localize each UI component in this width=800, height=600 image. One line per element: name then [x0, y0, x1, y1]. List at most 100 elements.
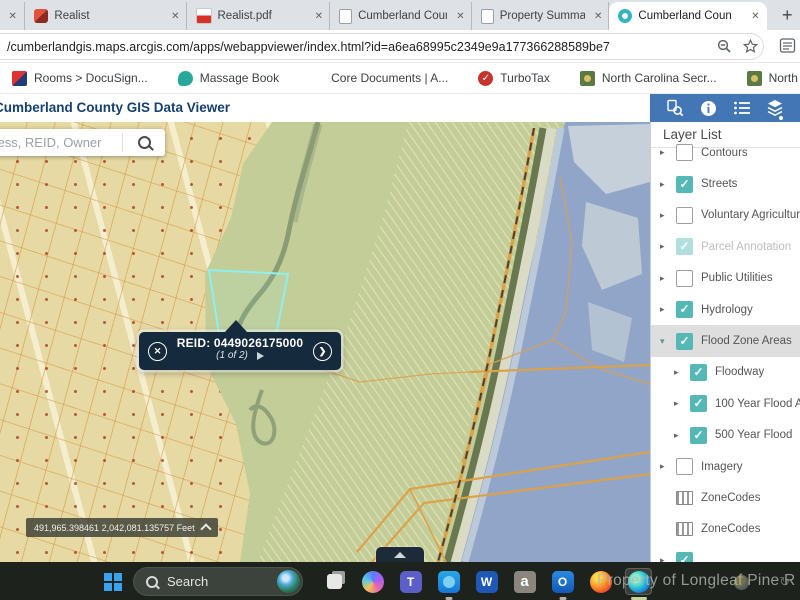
- bookmark-star-icon[interactable]: [737, 39, 763, 54]
- watermark-text: Property of Longleaf Pine R: [597, 572, 796, 590]
- layer-label: Flood Zone Areas: [701, 335, 792, 347]
- popup-page-indicator: (1 of 2): [216, 350, 248, 361]
- expand-arrow-icon[interactable]: [660, 273, 668, 284]
- layer-checkbox[interactable]: [690, 364, 707, 381]
- new-tab-button[interactable]: +: [775, 2, 800, 28]
- layer-checkbox[interactable]: [676, 333, 693, 350]
- taskbar-teams[interactable]: [397, 568, 424, 595]
- map-viewport[interactable]: ✕ REID: 0449026175000 (1 of 2) ❯ 491,965…: [0, 122, 650, 562]
- coordinate-readout: 491,965.398461 2,042,081.135757 Feet: [26, 518, 218, 537]
- taskbar-copilot[interactable]: [359, 568, 386, 595]
- attribute-table-pull-tab[interactable]: [376, 547, 424, 562]
- layer-checkbox[interactable]: [690, 395, 707, 412]
- taskbar-search-label: Search: [167, 574, 268, 589]
- bookmark-item[interactable]: TurboTax: [478, 71, 550, 86]
- layer-label: 500 Year Flood: [715, 429, 792, 441]
- layer-row[interactable]: Imagery: [651, 451, 800, 482]
- layer-row[interactable]: Flood Zone Areas: [651, 325, 800, 356]
- expand-arrow-icon[interactable]: [660, 336, 668, 347]
- bookmark-favicon: [580, 71, 595, 86]
- bookmark-item[interactable]: North Carolina Secr...: [747, 71, 800, 86]
- layer-row[interactable]: Floodway: [651, 357, 800, 388]
- layer-row[interactable]: Public Utilities: [651, 263, 800, 294]
- gis-header: Cumberland County GIS Data Viewer: [0, 94, 800, 122]
- expand-arrow-icon[interactable]: [674, 398, 682, 409]
- layer-row[interactable]: 500 Year Flood: [651, 420, 800, 451]
- layer-row[interactable]: ZoneCodes: [651, 482, 800, 513]
- expand-arrow-icon[interactable]: [660, 210, 668, 221]
- layer-checkbox[interactable]: [676, 522, 693, 536]
- main-content: ✕ REID: 0449026175000 (1 of 2) ❯ 491,965…: [0, 122, 800, 562]
- expand-arrow-icon[interactable]: [660, 179, 668, 190]
- layer-checkbox[interactable]: [676, 207, 693, 224]
- layer-row[interactable]: Hydrology: [651, 294, 800, 325]
- layer-row[interactable]: Parcel Annotation: [651, 231, 800, 262]
- layer-row[interactable]: Voluntary Agriculture Dist: [651, 200, 800, 231]
- layer-row[interactable]: 100 Year Flood Area: [651, 388, 800, 419]
- map-search-button[interactable]: [122, 133, 165, 152]
- info-icon[interactable]: [699, 99, 717, 117]
- expand-arrow-icon[interactable]: [674, 367, 682, 378]
- bookmark-item[interactable]: North Carolina Secr...: [580, 71, 717, 86]
- taskbar-word[interactable]: [473, 568, 500, 595]
- partial-tab[interactable]: ✕: [0, 2, 25, 30]
- url-text[interactable]: /cumberlandgis.maps.arcgis.com/apps/weba…: [0, 40, 711, 54]
- map-search-input[interactable]: [0, 134, 122, 151]
- expand-arrow-icon[interactable]: [660, 147, 668, 158]
- reading-list-icon[interactable]: [779, 37, 796, 59]
- expand-arrow-icon[interactable]: [660, 304, 668, 315]
- coordinate-text: 491,965.398461 2,042,081.135757 Feet: [34, 523, 195, 533]
- attribute-search-icon[interactable]: [666, 99, 684, 117]
- layer-label: Hydrology: [701, 304, 753, 316]
- browser-tab[interactable]: Realist.pdf ✕: [187, 2, 331, 30]
- tab-close-icon[interactable]: ✕: [591, 11, 605, 22]
- popup-next-button[interactable]: ❯: [313, 342, 332, 361]
- layer-label: Parcel Annotation: [701, 241, 791, 253]
- bookmark-item[interactable]: Rooms > DocuSign...: [12, 71, 148, 86]
- browser-tab[interactable]: Cumberland Coun ✕: [609, 2, 766, 30]
- expand-arrow-icon[interactable]: [660, 241, 668, 252]
- browser-tab[interactable]: Cumberland Coun ✕: [330, 2, 472, 30]
- taskbar-outlook[interactable]: [549, 568, 576, 595]
- layer-checkbox[interactable]: [690, 427, 707, 444]
- layer-checkbox[interactable]: [676, 552, 693, 562]
- layer-row[interactable]: Streets: [651, 168, 800, 199]
- windows-taskbar: Search: [0, 562, 800, 600]
- expand-arrow-icon[interactable]: [674, 430, 682, 441]
- layer-checkbox[interactable]: [676, 491, 693, 505]
- page-zoom-icon[interactable]: [711, 39, 737, 54]
- bookmark-item[interactable]: Core Documents | A...: [309, 71, 448, 86]
- layer-checkbox[interactable]: [676, 176, 693, 193]
- layers-icon[interactable]: [766, 99, 784, 117]
- tab-favicon: [196, 8, 212, 24]
- layer-row[interactable]: [651, 545, 800, 562]
- bookmark-list: Rooms > DocuSign... Massage Book Core Do…: [12, 71, 800, 86]
- url-omnibox[interactable]: /cumberlandgis.maps.arcgis.com/apps/weba…: [0, 33, 764, 60]
- taskbar-task-view[interactable]: [321, 568, 348, 595]
- legend-icon[interactable]: [733, 99, 751, 117]
- taskbar-search[interactable]: Search: [133, 567, 303, 596]
- expand-arrow-icon[interactable]: [660, 461, 668, 472]
- tab-close-icon[interactable]: ✕: [168, 11, 182, 22]
- start-button[interactable]: [104, 573, 123, 592]
- tab-close-icon[interactable]: ✕: [312, 11, 326, 22]
- tab-close-icon[interactable]: ✕: [453, 11, 467, 22]
- tab-close-icon[interactable]: ✕: [6, 11, 20, 22]
- feature-popup[interactable]: ✕ REID: 0449026175000 (1 of 2) ❯: [139, 332, 341, 370]
- layer-row[interactable]: ZoneCodes: [651, 514, 800, 545]
- taskbar-amazon[interactable]: [511, 568, 538, 595]
- tab-close-icon[interactable]: ✕: [748, 11, 762, 22]
- popup-play-icon[interactable]: [257, 352, 264, 360]
- layer-checkbox[interactable]: [676, 458, 693, 475]
- chevron-up-icon[interactable]: [200, 523, 211, 534]
- layer-checkbox[interactable]: [676, 144, 693, 161]
- bookmark-item[interactable]: Massage Book: [178, 71, 279, 86]
- layer-checkbox[interactable]: [676, 301, 693, 318]
- browser-tab[interactable]: Property Summar ✕: [472, 2, 610, 30]
- taskbar-chat-app[interactable]: [435, 568, 462, 595]
- popup-close-button[interactable]: ✕: [148, 342, 167, 361]
- expand-arrow-icon[interactable]: [660, 555, 668, 562]
- browser-tab[interactable]: Realist ✕: [25, 2, 186, 30]
- layer-checkbox[interactable]: [676, 270, 693, 287]
- layer-checkbox[interactable]: [676, 238, 693, 255]
